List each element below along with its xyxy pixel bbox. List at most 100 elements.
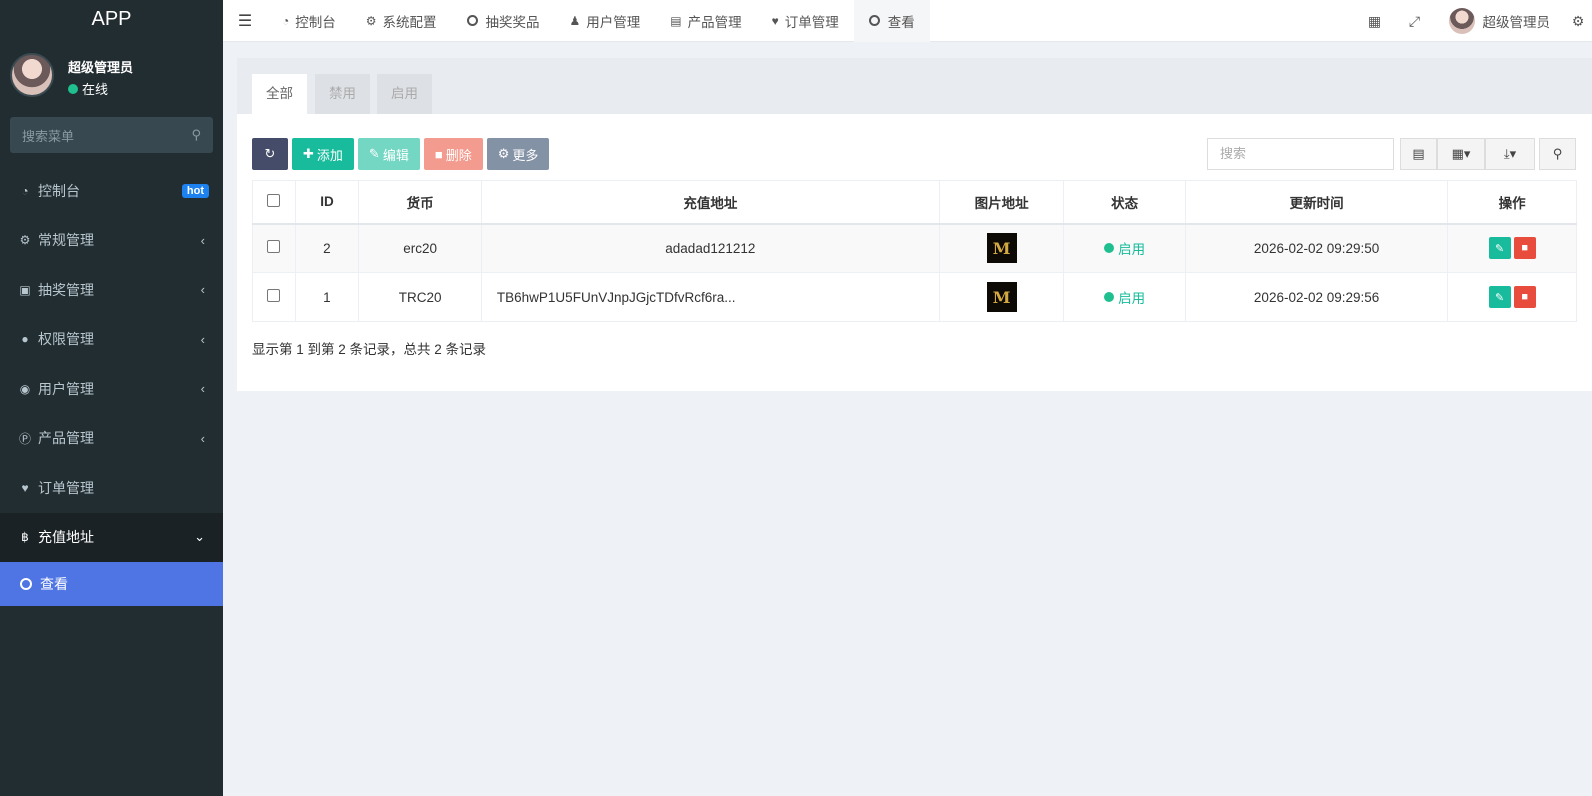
dashboard-icon: ◔	[282, 13, 290, 28]
sidebar-item-users[interactable]: ◉ 用户管理 ‹	[0, 364, 223, 414]
delete-button-label: 删除	[445, 147, 472, 163]
tab-user-management[interactable]: ♟ 用户管理	[555, 0, 656, 42]
search-icon[interactable]: ⚲	[191, 127, 201, 143]
sidebar-item-label: 权限管理	[38, 331, 94, 348]
refresh-button[interactable]: ↻	[252, 138, 288, 170]
tab-enabled[interactable]: 启用	[377, 74, 432, 114]
operations-cell: ✎ ■	[1447, 272, 1577, 322]
column-header[interactable]: 更新时间	[1184, 180, 1449, 225]
columns-button[interactable]: ▦▾	[1437, 138, 1485, 170]
sidebar-item-general[interactable]: ⚙ 常规管理 ‹	[0, 216, 223, 266]
hot-badge: hot	[181, 183, 209, 198]
user-icon: ♟	[569, 13, 581, 28]
column-header[interactable]: 货币	[358, 180, 482, 225]
table-header-row: ID 货币 充值地址 图片地址 状态 更新时间 操作	[252, 180, 1577, 225]
gear-icon: ⚙	[365, 13, 377, 28]
user-status-label: 在线	[82, 82, 109, 97]
sidebar-item-recharge-address[interactable]: ฿ 充值地址 ⌄	[0, 512, 223, 562]
edit-button[interactable]: ✎ 编辑	[357, 138, 420, 170]
content-panel: 全部 禁用 启用 ↻ ✚ 添加 ✎ 编辑 ■ 删除 ⚙ 更多 搜索 ▤ ▦▾ ⤓…	[237, 58, 1592, 391]
table-row[interactable]: 1 TRC20 TB6hwP1U5FUnVJnpJGjcTDfvRcf6ra..…	[252, 272, 1577, 322]
settings-gears-icon[interactable]: ⚙	[1564, 13, 1592, 30]
tab-view[interactable]: 查看	[853, 0, 930, 42]
delete-button[interactable]: ■ 删除	[423, 138, 483, 170]
top-nav-bar: ☰ ◔ 控制台 ⚙ 系统配置 抽奖奖品 ♟ 用户管理 ▤ 产品管理 ♥ 订单管理…	[223, 0, 1592, 42]
row-edit-button[interactable]: ✎	[1488, 286, 1511, 308]
tab-label: 用户管理	[586, 14, 641, 30]
export-button[interactable]: ⤓▾	[1485, 138, 1535, 170]
menu-toggle-icon[interactable]: ☰	[223, 11, 267, 31]
list-icon: ▤	[1412, 146, 1425, 161]
table-row[interactable]: 2 erc20 adadad121212 M 启用 2026-02-02 09:…	[252, 223, 1577, 273]
chevron-left-icon: ‹	[200, 331, 205, 347]
logo-thumbnail[interactable]: M	[986, 233, 1017, 264]
sidebar-item-products[interactable]: Ⓟ 产品管理 ‹	[0, 414, 223, 464]
sidebar-subitem-label: 查看	[40, 576, 68, 592]
sidebar-item-permissions[interactable]: ● 权限管理 ‹	[0, 315, 223, 365]
row-edit-button[interactable]: ✎	[1488, 237, 1511, 260]
sidebar-item-label: 抽奖管理	[38, 281, 94, 298]
user-status: 在线	[68, 79, 108, 98]
tab-label: 订单管理	[784, 14, 839, 30]
row-select-cell	[252, 223, 296, 273]
chevron-down-icon: ⌄	[194, 529, 205, 545]
row-checkbox[interactable]	[267, 289, 281, 302]
status-cell: 启用	[1063, 223, 1186, 273]
row-checkbox[interactable]	[267, 240, 281, 254]
sidebar-item-orders[interactable]: ♥ 订单管理	[0, 463, 223, 513]
advanced-search-button[interactable]: ⚲	[1539, 138, 1576, 170]
table-view-controls: ▤ ▦▾ ⤓▾	[1400, 138, 1535, 170]
pencil-icon: ✎	[1495, 291, 1505, 304]
column-header[interactable]: ID	[294, 180, 360, 225]
tab-system-config[interactable]: ⚙ 系统配置	[351, 0, 452, 42]
logo-thumbnail[interactable]: M	[986, 282, 1017, 312]
heartbeat-icon: ♥	[771, 13, 779, 28]
tab-label: 抽奖奖品	[485, 14, 540, 30]
sidebar-item-label: 产品管理	[38, 430, 94, 447]
sidebar-menu: ◔ 控制台 hot ⚙ 常规管理 ‹ ▣ 抽奖管理 ‹ ● 权限管理 ‹ ◉ 用…	[0, 166, 223, 606]
column-header[interactable]: 状态	[1063, 180, 1186, 225]
fullscreen-icon[interactable]: ⤢	[1395, 13, 1435, 30]
avatar	[1448, 8, 1475, 34]
column-header[interactable]: 图片地址	[938, 180, 1065, 225]
trash-icon: ■	[1521, 242, 1528, 255]
address-cell: TB6hwP1U5FUnVJnpJGjcTDfvRcf6ra...	[480, 272, 940, 322]
sidebar-item-lottery[interactable]: ▣ 抽奖管理 ‹	[0, 265, 223, 315]
tab-product-management[interactable]: ▤ 产品管理	[655, 0, 756, 42]
status-badge[interactable]: 启用	[1104, 287, 1145, 307]
sidebar-item-dashboard[interactable]: ◔ 控制台 hot	[0, 166, 223, 216]
tab-disabled[interactable]: 禁用	[315, 74, 370, 114]
translate-icon[interactable]: ▦	[1355, 13, 1395, 30]
more-button[interactable]: ⚙ 更多	[486, 138, 550, 170]
select-all-checkbox[interactable]	[267, 193, 281, 207]
search-icon: ⚲	[1552, 146, 1563, 161]
tab-lottery-prizes[interactable]: 抽奖奖品	[452, 0, 555, 42]
user-menu[interactable]: 超级管理员	[1435, 8, 1565, 34]
user-circle-icon: ◉	[19, 381, 31, 396]
tab-order-management[interactable]: ♥ 订单管理	[757, 0, 854, 42]
heartbeat-icon: ♥	[21, 480, 29, 495]
status-badge[interactable]: 启用	[1104, 238, 1145, 258]
sidebar-item-label: 常规管理	[38, 232, 94, 249]
row-delete-button[interactable]: ■	[1513, 237, 1536, 260]
column-header[interactable]: 操作	[1447, 180, 1577, 225]
tab-all[interactable]: 全部	[252, 74, 307, 114]
sidebar-item-label: 充值地址	[38, 529, 94, 546]
sidebar-subitem-view[interactable]: 查看	[0, 562, 223, 606]
users-icon: ●	[21, 332, 29, 347]
plus-icon: ✚	[303, 146, 314, 161]
trash-icon: ■	[434, 146, 443, 162]
circle-icon	[20, 578, 32, 590]
column-header[interactable]: 充值地址	[480, 180, 940, 225]
toggle-view-button[interactable]: ▤	[1400, 138, 1437, 170]
row-delete-button[interactable]: ■	[1513, 286, 1536, 308]
sidebar-search-input[interactable]: 搜索菜单 ⚲	[10, 117, 213, 153]
chevron-left-icon: ‹	[200, 381, 205, 397]
pencil-icon: ✎	[1495, 242, 1505, 255]
add-button[interactable]: ✚ 添加	[292, 138, 354, 170]
image-cell: M	[938, 223, 1065, 273]
tab-dashboard[interactable]: ◔ 控制台	[267, 0, 351, 42]
chevron-left-icon: ‹	[200, 232, 205, 248]
table-search-input[interactable]: 搜索	[1207, 138, 1394, 170]
app-logo[interactable]: APP	[0, 0, 223, 38]
